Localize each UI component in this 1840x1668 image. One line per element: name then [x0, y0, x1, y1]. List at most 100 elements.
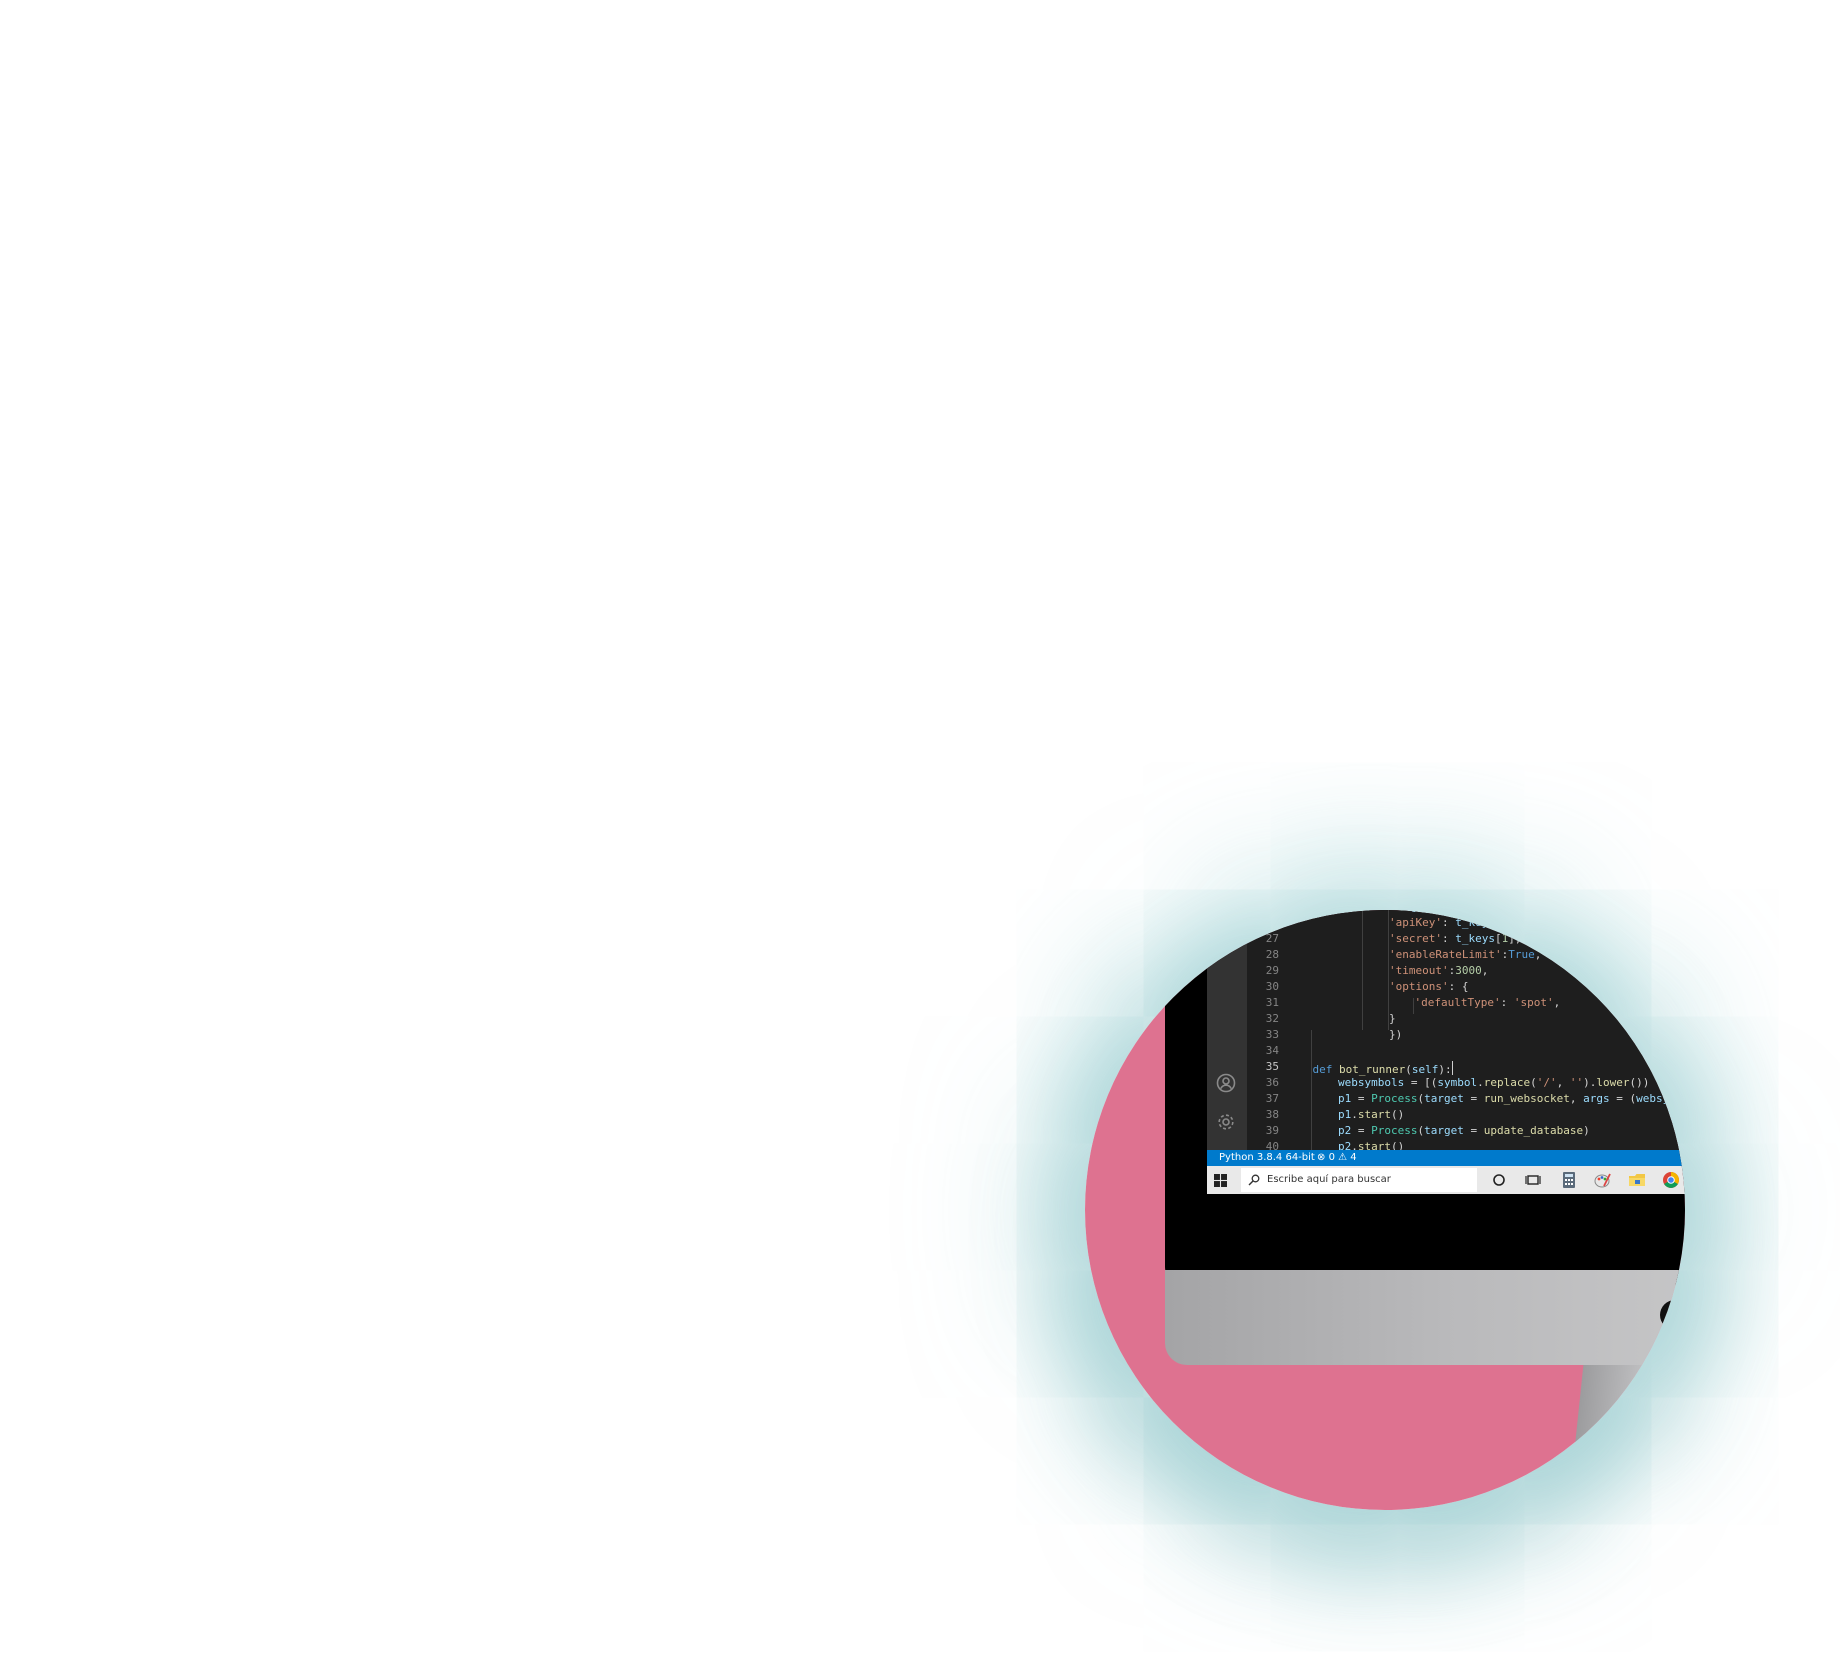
code-token: def — [1312, 1063, 1333, 1076]
line-number: 26 — [1265, 916, 1279, 929]
code-line[interactable]: p1.start() — [1338, 1107, 1404, 1123]
file-explorer-icon[interactable] — [1627, 1170, 1647, 1190]
code-token: ). — [1583, 1076, 1597, 1089]
code-token: t_keys — [1455, 932, 1495, 945]
code-token: 'spot' — [1513, 996, 1554, 1009]
code-token: target — [1424, 1124, 1464, 1137]
code-token: , — [1534, 948, 1542, 961]
code-line[interactable]: 'secret': t_keys[1], — [1389, 931, 1521, 947]
status-bar: Python 3.8.4 64-bit ⊗ 0 ⚠ 4 — [1207, 1150, 1685, 1166]
code-line[interactable]: p2.start() — [1338, 1139, 1404, 1150]
calculator-icon[interactable] — [1559, 1170, 1579, 1190]
code-token: = ( — [1609, 1092, 1637, 1105]
code-token: , — [1569, 1092, 1584, 1105]
code-token: ( — [1530, 1076, 1537, 1089]
code-token: '' — [1569, 1076, 1584, 1089]
gear-icon[interactable] — [1216, 1112, 1236, 1132]
code-token: exchange — [1371, 910, 1424, 913]
error-icon: ⊗ — [1317, 1152, 1326, 1163]
code-line[interactable]: 'options': { — [1389, 979, 1468, 995]
code-token: () — [1391, 1108, 1405, 1121]
python-interpreter-label[interactable]: Python 3.8.4 64-bit — [1219, 1150, 1315, 1166]
line-number: 30 — [1265, 980, 1279, 993]
cortana-icon[interactable] — [1489, 1170, 1509, 1190]
code-token: p1 — [1338, 1092, 1352, 1105]
code-token: ()) — [1629, 1076, 1656, 1089]
code-token: : { — [1448, 980, 1469, 993]
code-token: lower — [1596, 1076, 1630, 1089]
code-token: 'enableRateLimit' — [1389, 948, 1502, 961]
code-line[interactable]: p2 = Process(target = update_database) — [1338, 1123, 1590, 1139]
code-token: '/' — [1536, 1076, 1557, 1089]
line-number: 27 — [1265, 932, 1279, 945]
line-number: 31 — [1265, 996, 1279, 1009]
code-token: ccxt — [1444, 910, 1471, 913]
account-icon[interactable] — [1216, 1073, 1236, 1093]
desktop-screen: 232425262728293031323334353637383940 sel… — [1207, 910, 1685, 1194]
code-token: ], — [1508, 932, 1522, 945]
apple-logo-icon — [1660, 1300, 1685, 1330]
code-token: symbol — [1437, 1076, 1478, 1089]
code-token: [ — [1494, 932, 1502, 945]
line-number: 40 — [1265, 1140, 1279, 1150]
warning-count: 4 — [1350, 1152, 1357, 1163]
indent-guide — [1311, 1030, 1312, 1150]
code-token: ], — [1508, 916, 1522, 929]
code-token: Process — [1371, 1124, 1418, 1137]
github-icon[interactable] — [1216, 932, 1236, 952]
code-line[interactable]: } — [1389, 1011, 1396, 1027]
code-token: , — [1481, 964, 1489, 977]
line-number: 28 — [1265, 948, 1279, 961]
code-token: websymbols — [1338, 1076, 1405, 1089]
code-token: Process — [1371, 1092, 1418, 1105]
code-token: binance — [1477, 910, 1523, 913]
code-token: t_keys — [1455, 916, 1495, 929]
problems-indicator[interactable]: ⊗ 0 ⚠ 4 — [1317, 1150, 1357, 1166]
code-token: = — [1463, 1124, 1484, 1137]
code-token: , — [1553, 996, 1561, 1009]
code-token: : — [1500, 996, 1514, 1009]
code-token: self — [1338, 910, 1365, 913]
task-view-icon[interactable] — [1523, 1170, 1543, 1190]
code-token: replace — [1483, 1076, 1531, 1089]
code-token: = [( — [1404, 1076, 1438, 1089]
code-token: [ — [1494, 916, 1502, 929]
code-token: . — [1477, 1076, 1484, 1089]
chrome-icon[interactable] — [1661, 1170, 1681, 1190]
search-placeholder: Escribe aquí para buscar — [1267, 1174, 1391, 1185]
code-line[interactable]: 'timeout':3000, — [1389, 963, 1488, 979]
code-line[interactable]: websymbols = [(symbol.replace('/', '').l… — [1338, 1075, 1669, 1091]
code-token: () — [1391, 1140, 1405, 1150]
line-number: 38 — [1265, 1108, 1279, 1121]
code-line[interactable]: 'defaultType': 'spot', — [1415, 995, 1561, 1011]
code-token: args — [1583, 1092, 1610, 1105]
line-number: 29 — [1265, 964, 1279, 977]
code-token: p2 — [1338, 1140, 1352, 1150]
windows-taskbar: Escribe aquí para buscar — [1207, 1166, 1685, 1194]
paint-icon[interactable] — [1593, 1170, 1613, 1190]
code-line[interactable]: 'apiKey': t_keys[0], — [1389, 915, 1521, 931]
indent-guide — [1388, 910, 1389, 1030]
code-line[interactable]: def bot_runner(self): — [1312, 1059, 1453, 1076]
code-line[interactable]: p1 = Process(target = run_websocket, arg… — [1338, 1091, 1669, 1107]
code-token: update_database — [1483, 1124, 1584, 1137]
taskbar-search-box[interactable]: Escribe aquí para buscar — [1241, 1168, 1477, 1192]
code-token: . — [1351, 1108, 1358, 1121]
windows-icon[interactable] — [1214, 1174, 1227, 1187]
code-editor[interactable]: 232425262728293031323334353637383940 sel… — [1247, 910, 1685, 1150]
code-token: , — [1556, 1076, 1570, 1089]
monitor-showcase-circle: 232425262728293031323334353637383940 sel… — [1085, 910, 1685, 1510]
code-token: ) — [1583, 1124, 1590, 1137]
code-token: start — [1357, 1140, 1391, 1150]
monitor-stand — [1566, 1365, 1685, 1510]
code-token: } — [1389, 1012, 1396, 1025]
code-token: . — [1351, 1140, 1358, 1150]
code-line[interactable]: }) — [1389, 1027, 1402, 1043]
code-token: start — [1357, 1108, 1391, 1121]
code-token: }) — [1389, 1028, 1403, 1041]
line-number: 36 — [1265, 1076, 1279, 1089]
code-token: target — [1424, 1092, 1464, 1105]
code-line[interactable]: 'enableRateLimit':True, — [1389, 947, 1541, 963]
indent-guide — [1413, 998, 1414, 1014]
line-number: 32 — [1265, 1012, 1279, 1025]
